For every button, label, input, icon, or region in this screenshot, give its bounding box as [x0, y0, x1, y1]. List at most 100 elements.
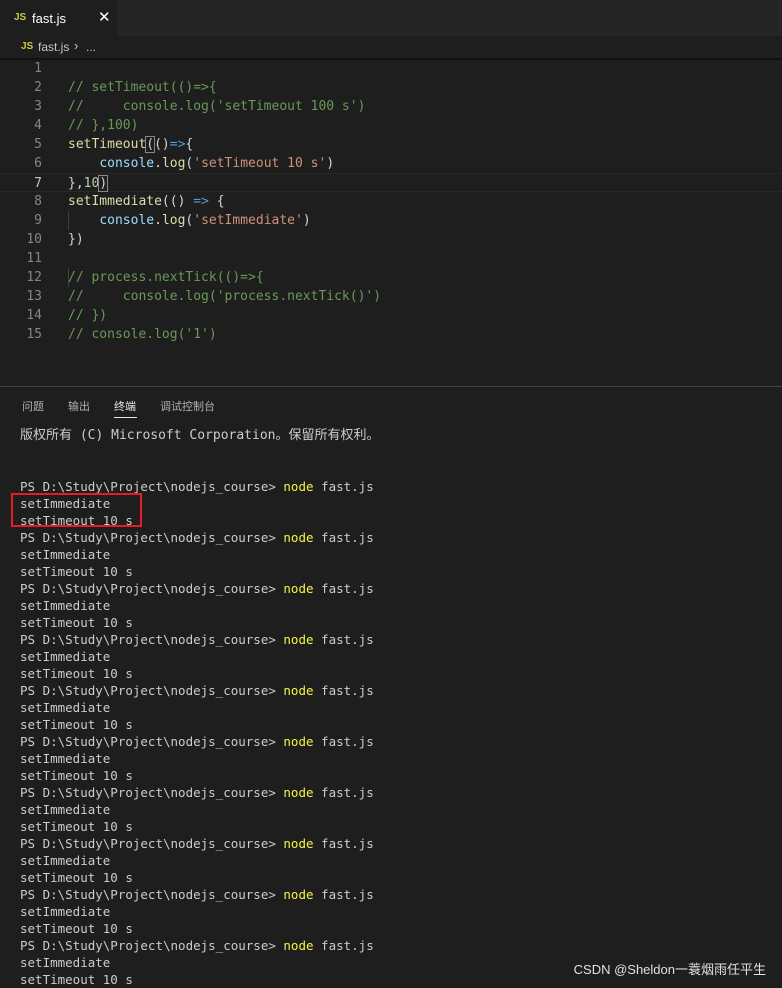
- code-line[interactable]: 15 // console.log('1'): [0, 325, 782, 344]
- line-number: 14: [26, 308, 42, 323]
- terminal-output-line: setTimeout 10 s: [20, 870, 133, 885]
- code-token: // console.log('1'): [68, 327, 217, 342]
- code-text: // console.log('process.nextTick()'): [68, 287, 381, 306]
- tab-debug-console[interactable]: 调试控制台: [160, 398, 215, 414]
- line-number: 2: [34, 80, 42, 95]
- line-number: 4: [34, 118, 42, 133]
- terminal-args: fast.js: [313, 734, 374, 749]
- close-icon[interactable]: ✕: [98, 9, 111, 27]
- line-number: 7: [34, 176, 42, 191]
- highlight-box: [11, 493, 142, 527]
- line-number: 3: [34, 99, 42, 114]
- terminal-prompt-line: PS D:\Study\Project\nodejs_course> node …: [20, 733, 374, 750]
- terminal-prompt-line: PS D:\Study\Project\nodejs_course> node …: [20, 682, 374, 699]
- code-line[interactable]: 3 // console.log('setTimeout 100 s'): [0, 97, 782, 116]
- terminal-prompt: PS D:\Study\Project\nodejs_course>: [20, 530, 284, 545]
- terminal-command: node: [283, 632, 314, 647]
- code-line[interactable]: 6 console.log('setTimeout 10 s'): [0, 154, 782, 173]
- breadcrumb-symbols[interactable]: ...: [86, 40, 96, 54]
- code-text: // console.log('setTimeout 100 s'): [68, 97, 365, 116]
- code-token: log: [161, 213, 186, 228]
- terminal-prompt-line: PS D:\Study\Project\nodejs_course> node …: [20, 529, 374, 546]
- chevron-right-icon: ›: [74, 38, 79, 53]
- line-number: 11: [26, 251, 42, 266]
- code-text: console.log('setTimeout 10 s'): [68, 154, 334, 173]
- line-number: 13: [26, 289, 42, 304]
- terminal-prompt: PS D:\Study\Project\nodejs_course>: [20, 479, 284, 494]
- code-text: // console.log('1'): [68, 325, 217, 344]
- code-line[interactable]: 9 console.log('setImmediate'): [0, 211, 782, 230]
- code-line[interactable]: 1: [0, 59, 782, 78]
- line-number: 8: [34, 194, 42, 209]
- code-token: setImmediate: [68, 194, 162, 209]
- line-number: 1: [34, 61, 42, 76]
- terminal-prompt-line: PS D:\Study\Project\nodejs_course> node …: [20, 631, 374, 648]
- code-editor[interactable]: 1 2 // setTimeout(()=>{ 3 // console.log('se…: [0, 58, 782, 386]
- terminal-prompt-line: PS D:\Study\Project\nodejs_course> node …: [20, 835, 374, 852]
- terminal-output-line: setImmediate: [20, 649, 111, 664]
- terminal-prompt: PS D:\Study\Project\nodejs_course>: [20, 581, 284, 596]
- terminal-output-line: setImmediate: [20, 955, 111, 970]
- terminal-output-line: setImmediate: [20, 598, 111, 613]
- code-token: ): [302, 213, 311, 228]
- terminal-output-line: setTimeout 10 s: [20, 717, 133, 732]
- code-line[interactable]: 12 // process.nextTick(()=>{: [0, 268, 782, 287]
- code-token: setTimeout: [68, 137, 147, 152]
- tab-terminal[interactable]: 终端: [114, 398, 136, 414]
- terminal-prompt: PS D:\Study\Project\nodejs_course>: [20, 632, 284, 647]
- code-line[interactable]: 4 // },100): [0, 116, 782, 135]
- terminal-args: fast.js: [313, 683, 374, 698]
- watermark: CSDN @Sheldon一蓑烟雨任平生: [573, 962, 766, 977]
- terminal-output-line: setImmediate: [20, 802, 111, 817]
- code-token: (): [154, 137, 170, 152]
- code-line[interactable]: 5 setTimeout(()=>{: [0, 135, 782, 154]
- code-line[interactable]: 2 // setTimeout(()=>{: [0, 78, 782, 97]
- terminal-command: node: [283, 785, 314, 800]
- terminal-args: fast.js: [313, 836, 374, 851]
- code-line[interactable]: 8 setImmediate(() => {: [0, 192, 782, 211]
- terminal-prompt-line: PS D:\Study\Project\nodejs_course> node …: [20, 937, 374, 954]
- terminal-prompt-line: PS D:\Study\Project\nodejs_course> node …: [20, 886, 374, 903]
- code-token: ((): [161, 194, 194, 209]
- code-line[interactable]: 13 // console.log('process.nextTick()'): [0, 287, 782, 306]
- tab-label: fast.js: [32, 11, 66, 26]
- terminal-output-line: setImmediate: [20, 547, 111, 562]
- tab-problems[interactable]: 问题: [22, 398, 44, 414]
- terminal-prompt-line: PS D:\Study\Project\nodejs_course> node …: [20, 580, 374, 597]
- code-token: },: [68, 176, 84, 191]
- code-text: },10): [68, 174, 109, 193]
- code-token: // setTimeout(()=>{: [68, 80, 217, 95]
- terminal-command: node: [283, 836, 314, 851]
- terminal-args: fast.js: [313, 785, 374, 800]
- terminal-output-line: setTimeout 10 s: [20, 564, 133, 579]
- code-line[interactable]: 10}): [0, 230, 782, 249]
- javascript-file-icon: JS: [14, 12, 27, 23]
- code-line[interactable]: 7 },10): [0, 173, 782, 192]
- code-token: // console.log('setTimeout 100 s'): [68, 99, 366, 114]
- terminal-command: node: [283, 530, 314, 545]
- code-token: (: [145, 136, 156, 153]
- code-token: =>: [193, 194, 209, 209]
- tab-fast-js[interactable]: JS fast.js ✕: [0, 0, 118, 36]
- code-token: 10: [83, 176, 100, 191]
- code-token: // },100): [68, 118, 139, 133]
- active-tab-indicator: [114, 417, 137, 418]
- tab-output[interactable]: 输出: [68, 398, 90, 414]
- terminal-command: node: [283, 581, 314, 596]
- breadcrumb-file[interactable]: fast.js: [38, 40, 69, 54]
- terminal-command: node: [283, 734, 314, 749]
- code-line[interactable]: 11: [0, 249, 782, 268]
- code-line[interactable]: 14 // }): [0, 306, 782, 325]
- code-token: 'setTimeout 10 s': [193, 156, 327, 171]
- javascript-file-icon: JS: [21, 41, 34, 52]
- code-token: log: [161, 156, 186, 171]
- line-number: 6: [34, 156, 42, 171]
- terminal-output-line: setImmediate: [20, 751, 111, 766]
- code-text: // process.nextTick(()=>{: [68, 268, 264, 287]
- code-token: }): [68, 232, 84, 247]
- code-token: 'setImmediate': [193, 213, 303, 228]
- terminal-prompt: PS D:\Study\Project\nodejs_course>: [20, 734, 284, 749]
- code-text: // },100): [68, 116, 138, 135]
- terminal-output-line: setTimeout 10 s: [20, 972, 133, 987]
